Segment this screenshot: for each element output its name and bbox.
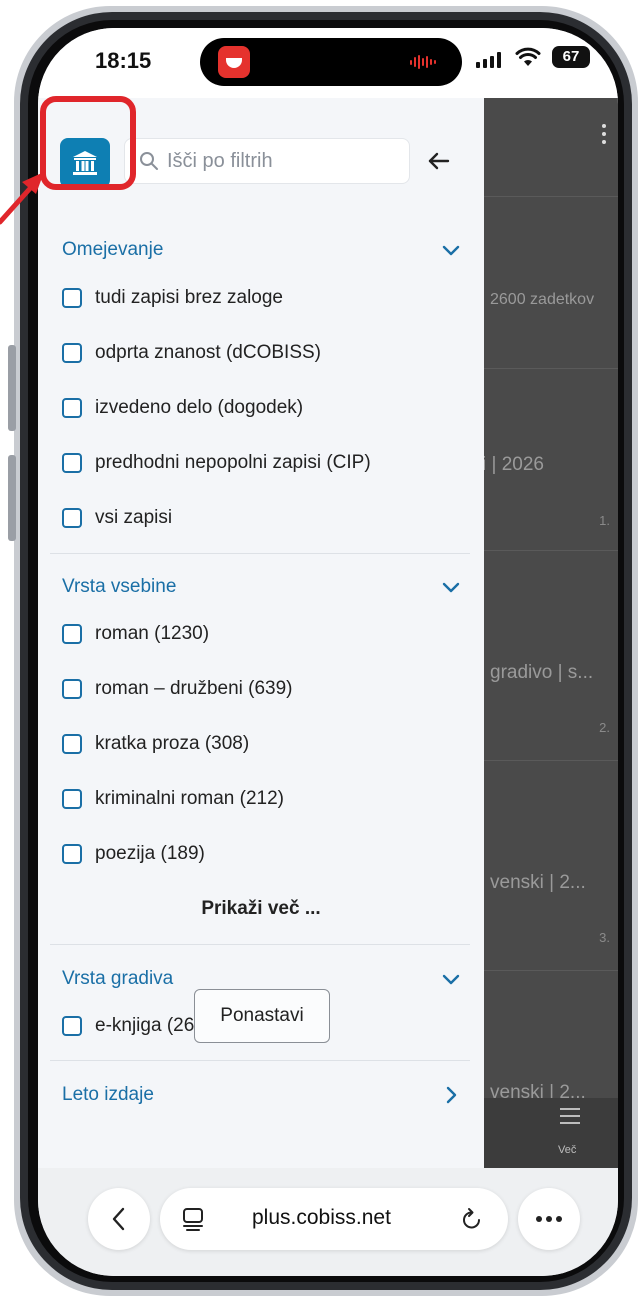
- screen: 18:15 67 2600 zadetkov i | 2026 1. gradi…: [38, 28, 618, 1276]
- filter-option-label: vsi zapisi: [95, 507, 173, 528]
- filter-option-label: kriminalni roman (212): [95, 788, 285, 809]
- filter-option[interactable]: tudi zapisi brez zaloge: [62, 282, 283, 314]
- filter-option-label: predhodni nepopolni zapisi (CIP): [95, 452, 371, 473]
- browser-back-button[interactable]: [88, 1188, 150, 1250]
- status-time: 18:15: [95, 48, 152, 73]
- dynamic-island: [200, 38, 462, 86]
- filter-option-label: kratka proza (308): [95, 733, 250, 754]
- battery-icon: 67: [552, 46, 590, 68]
- filter-option-label: izvedeno delo (dogodek): [95, 397, 304, 418]
- filter-option[interactable]: odprta znanost (dCOBISS): [62, 337, 321, 369]
- result-row-number: 2.: [599, 720, 610, 735]
- section-header-leto-izdaje[interactable]: Leto izdaje: [62, 1080, 462, 1110]
- checkbox[interactable]: [62, 508, 82, 528]
- section-header-vrsta-vsebine[interactable]: Vrsta vsebine: [62, 572, 462, 602]
- filter-option-label: poezija (189): [95, 843, 205, 864]
- result-row-text: i | 2026: [482, 454, 544, 475]
- result-row-number: 3.: [599, 930, 610, 945]
- side-button: [8, 345, 16, 431]
- filter-option[interactable]: predhodni nepopolni zapisi (CIP): [62, 447, 371, 479]
- divider: [50, 1060, 470, 1061]
- more-options-icon: [602, 124, 606, 146]
- checkbox[interactable]: [62, 734, 82, 754]
- more-label: Več: [558, 1144, 577, 1156]
- filter-option-label: tudi zapisi brez zaloge: [95, 287, 283, 308]
- status-bar: 18:15 67: [38, 28, 618, 98]
- chevron-right-icon: [446, 1086, 457, 1104]
- chevron-down-icon: [442, 245, 460, 256]
- audio-wave-icon: [410, 55, 436, 69]
- filter-option[interactable]: poezija (189): [62, 838, 205, 870]
- checkbox[interactable]: [62, 343, 82, 363]
- results-count: 2600 zadetkov: [490, 291, 595, 308]
- section-title: Vrsta vsebine: [62, 576, 177, 597]
- reset-button[interactable]: Ponastavi: [194, 989, 330, 1043]
- filter-search-box: [124, 138, 410, 184]
- cellular-signal-icon: [476, 52, 501, 68]
- app-notification-icon: [218, 46, 250, 78]
- tab-overview-icon: [183, 1208, 203, 1231]
- checkbox[interactable]: [62, 789, 82, 809]
- filter-option-label: roman (1230): [95, 623, 210, 644]
- address-bar[interactable]: plus.cobiss.net: [160, 1188, 508, 1250]
- browser-more-button[interactable]: [518, 1188, 580, 1250]
- filter-option-label: roman – družbeni (639): [95, 678, 293, 699]
- result-row-text: gradivo | s...: [490, 662, 594, 683]
- background-results-page: 2600 zadetkov i | 2026 1. gradivo | s...…: [482, 98, 618, 1168]
- checkbox[interactable]: [62, 288, 82, 308]
- chevron-down-icon: [442, 974, 460, 985]
- filter-option[interactable]: kriminalni roman (212): [62, 783, 284, 815]
- filter-option[interactable]: roman – družbeni (639): [62, 673, 293, 705]
- checkbox[interactable]: [62, 679, 82, 699]
- checkbox[interactable]: [62, 1016, 82, 1036]
- wifi-icon: [515, 47, 541, 66]
- filter-option[interactable]: izvedeno delo (dogodek): [62, 392, 303, 424]
- filter-option[interactable]: kratka proza (308): [62, 728, 249, 760]
- chevron-left-icon: [112, 1207, 125, 1231]
- section-title: Vrsta gradiva: [62, 968, 174, 989]
- background-bottom-bar: Več: [484, 1098, 618, 1168]
- filter-search-input[interactable]: [167, 145, 397, 177]
- checkbox[interactable]: [62, 453, 82, 473]
- side-button: [8, 455, 16, 541]
- search-icon: [140, 152, 158, 170]
- chevron-down-icon: [442, 582, 460, 593]
- filter-option[interactable]: roman (1230): [62, 618, 209, 650]
- checkbox[interactable]: [62, 398, 82, 418]
- filter-option-label: odprta znanost (dCOBISS): [95, 342, 321, 363]
- ellipsis-icon: [536, 1216, 562, 1222]
- divider: [50, 944, 470, 945]
- result-row-number: 1.: [599, 513, 610, 528]
- section-header-omejevanje[interactable]: Omejevanje: [62, 235, 462, 265]
- section-title: Omejevanje: [62, 239, 164, 260]
- checkbox[interactable]: [62, 624, 82, 644]
- filter-option[interactable]: vsi zapisi: [62, 502, 172, 534]
- checkbox[interactable]: [62, 844, 82, 864]
- back-arrow-icon[interactable]: [426, 148, 452, 174]
- divider: [50, 553, 470, 554]
- show-more-button[interactable]: Prikaži več ...: [38, 898, 484, 920]
- result-row-text: venski | 2...: [490, 872, 586, 893]
- section-title: Leto izdaje: [62, 1084, 154, 1105]
- reload-icon[interactable]: [460, 1206, 484, 1232]
- url-text: plus.cobiss.net: [252, 1206, 391, 1229]
- menu-icon: [560, 1108, 580, 1129]
- browser-toolbar: plus.cobiss.net: [38, 1168, 618, 1276]
- annotation-arrow-icon: [0, 172, 44, 225]
